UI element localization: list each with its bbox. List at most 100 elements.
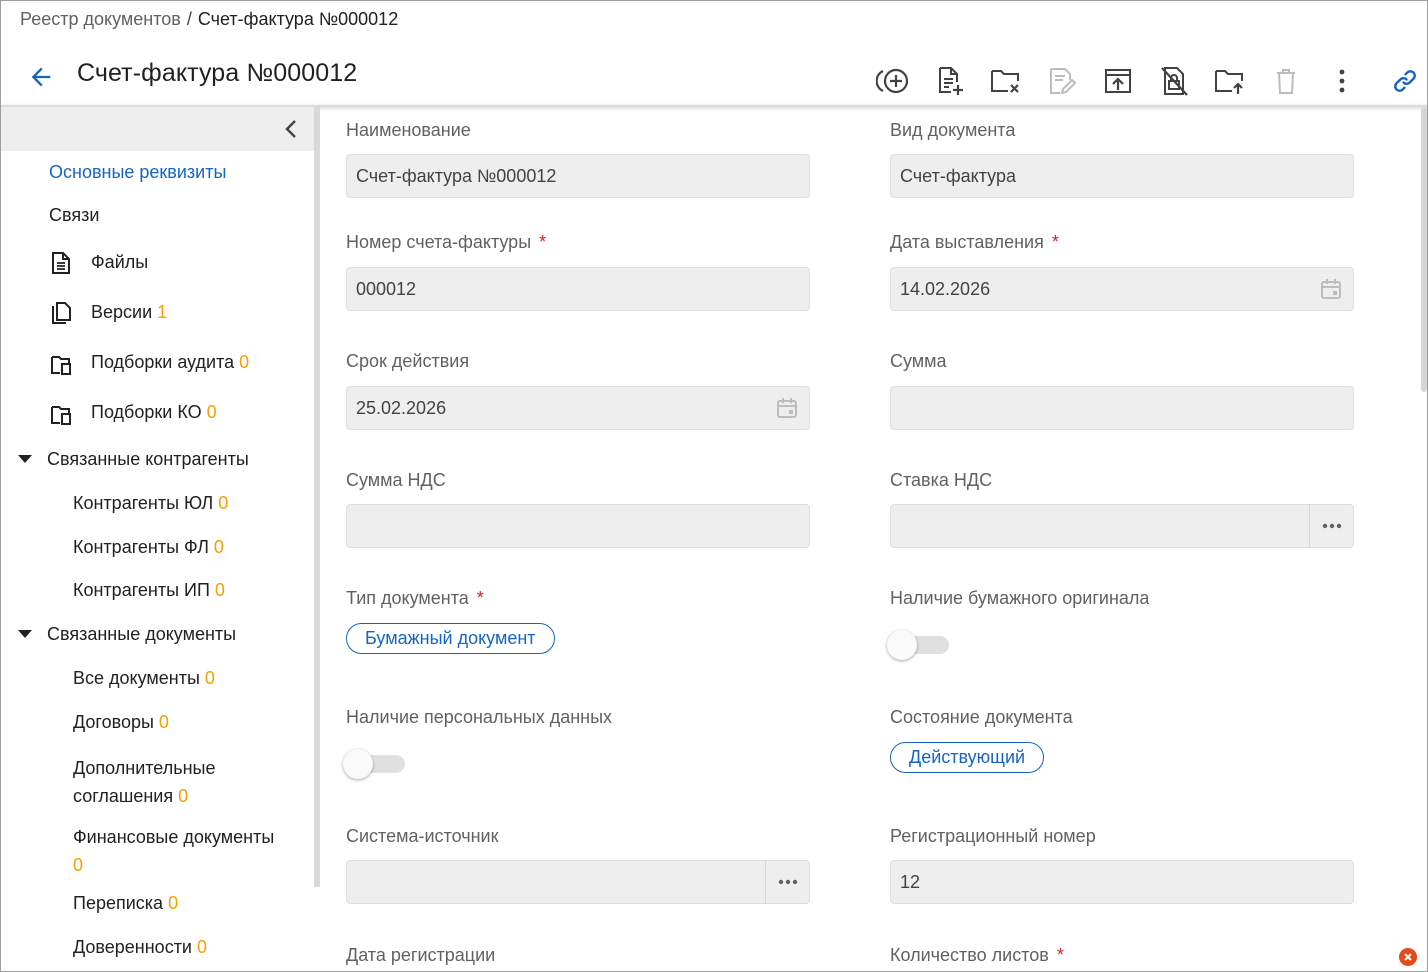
lock-off-icon[interactable] — [1154, 61, 1194, 101]
vat-rate-label: Ставка НДС — [890, 470, 993, 490]
vat-amount-label: Сумма НДС — [346, 470, 446, 490]
sidebar-item-files[interactable]: Файлы — [91, 252, 148, 273]
content-scrollbar[interactable] — [1421, 107, 1427, 392]
calendar-icon[interactable] — [775, 396, 799, 420]
sidebar-item-links[interactable]: Связи — [49, 205, 99, 226]
invoice-number-field[interactable]: 000012 — [346, 267, 810, 311]
sidebar-item-label: Контрагенты ЮЛ — [73, 493, 214, 513]
validity-value: 25.02.2026 — [356, 398, 447, 418]
amount-field[interactable] — [890, 386, 1354, 430]
sidebar-group-counterparties[interactable]: Связанные контрагенты — [47, 449, 249, 470]
folder-copy-icon — [51, 356, 71, 375]
vat-amount-field[interactable] — [346, 504, 810, 548]
sidebar-item-financial[interactable]: Финансовые документы 0 — [73, 823, 274, 879]
sidebar-item-agreements[interactable]: Дополнительные соглашения 0 — [73, 754, 216, 810]
sidebar-item-label: Дополнительные — [73, 758, 216, 778]
breadcrumb: Реестр документов / Счет-фактура №000012 — [20, 9, 398, 30]
more-horizontal-icon[interactable] — [1309, 504, 1354, 548]
sidebar-item-label: Версии — [91, 302, 153, 322]
sidebar-item-main[interactable]: Основные реквизиты — [49, 162, 226, 183]
breadcrumb-separator: / — [186, 9, 192, 29]
sidebar-header — [1, 107, 314, 151]
folder-upload-icon[interactable] — [1210, 61, 1250, 101]
page-title: Счет-фактура №000012 — [77, 59, 358, 87]
sidebar-item-label: Файлы — [91, 252, 149, 272]
sidebar-item-count: 0 — [206, 402, 217, 422]
paper-original-toggle[interactable] — [887, 628, 953, 660]
reg-number-field[interactable]: 12 — [890, 860, 1354, 904]
breadcrumb-parent-link[interactable]: Реестр документов — [20, 9, 181, 29]
sidebar-item-counterparties-ul[interactable]: Контрагенты ЮЛ 0 — [73, 493, 228, 514]
add-circle-icon[interactable] — [874, 61, 914, 101]
reg-date-label: Дата регистрации — [346, 945, 496, 965]
sidebar-group-label: Связанные контрагенты — [47, 449, 249, 469]
doc-kind-field[interactable]: Счет-фактура — [890, 154, 1354, 198]
sidebar-item-count: 0 — [197, 937, 208, 957]
sidebar-item-contracts[interactable]: Договоры 0 — [73, 712, 169, 733]
paper-original-label: Наличие бумажного оригинала — [890, 588, 1150, 608]
doc-kind-label: Вид документа — [890, 120, 1016, 140]
sidebar-item-label: Договоры — [73, 712, 154, 732]
more-horizontal-icon[interactable] — [765, 860, 810, 904]
error-close-icon[interactable] — [1399, 948, 1417, 966]
sidebar-item-counterparties-fl[interactable]: Контрагенты ФЛ 0 — [73, 537, 224, 558]
sidebar-item-correspondence[interactable]: Переписка 0 — [73, 893, 178, 914]
required-mark: * — [476, 588, 484, 608]
edit-document-icon[interactable] — [1042, 61, 1082, 101]
add-document-icon[interactable] — [930, 61, 970, 101]
sidebar-item-count: 1 — [157, 302, 168, 322]
calendar-icon[interactable] — [1319, 277, 1343, 301]
sidebar-item-label: Основные реквизиты — [49, 162, 227, 182]
more-vertical-icon[interactable] — [1322, 61, 1362, 101]
doc-kind-value: Счет-фактура — [900, 166, 1016, 186]
personal-data-label: Наличие персональных данных — [346, 707, 613, 727]
vat-rate-field[interactable] — [890, 504, 1354, 548]
sidebar-group-documents[interactable]: Связанные документы — [47, 624, 236, 645]
sidebar-scrollbar[interactable] — [314, 107, 320, 887]
sidebar-item-versions[interactable]: Версии 1 — [91, 302, 167, 323]
doc-type-chip[interactable]: Бумажный документ — [346, 623, 555, 654]
name-value: Счет-фактура №000012 — [356, 166, 557, 186]
back-arrow-icon[interactable] — [25, 61, 57, 93]
required-mark: * — [1051, 232, 1059, 252]
source-system-label: Система-источник — [346, 826, 499, 846]
sidebar-item-count: 0 — [73, 855, 84, 875]
name-label: Наименование — [346, 120, 471, 140]
collapse-sidebar-icon[interactable] — [279, 117, 303, 141]
sidebar-item-all-documents[interactable]: Все документы 0 — [73, 668, 215, 689]
issue-date-field[interactable]: 14.02.2026 — [890, 267, 1354, 311]
personal-data-toggle[interactable] — [343, 747, 409, 779]
trash-icon[interactable] — [1266, 61, 1306, 101]
sidebar-item-label: Связи — [49, 205, 100, 225]
sidebar-item-label: Контрагенты ФЛ — [73, 537, 209, 557]
invoice-number-value: 000012 — [356, 279, 417, 299]
expand-triangle-icon[interactable] — [18, 630, 32, 638]
name-field[interactable]: Счет-фактура №000012 — [346, 154, 810, 198]
sidebar-item-label: Все документы — [73, 668, 200, 688]
required-mark: * — [539, 232, 547, 252]
validity-field[interactable]: 25.02.2026 — [346, 386, 810, 430]
app-window: Реестр документов / Счет-фактура №000012 С… — [0, 0, 1428, 972]
sidebar-item-label: Подборки КО — [91, 402, 202, 422]
sidebar-item-audit[interactable]: Подборки аудита 0 — [91, 352, 249, 373]
source-system-field[interactable] — [346, 860, 810, 904]
doc-state-chip[interactable]: Действующий — [890, 742, 1045, 773]
breadcrumb-current: Счет-фактура №000012 — [197, 9, 399, 29]
sidebar-item-count: 0 — [178, 786, 189, 806]
upload-icon[interactable] — [1098, 61, 1138, 101]
sidebar-item-count: 0 — [218, 493, 229, 513]
sidebar-item-label: Финансовые документы — [73, 827, 275, 847]
link-icon[interactable] — [1385, 61, 1425, 101]
folder-remove-icon[interactable] — [986, 61, 1026, 101]
sidebar-item-ko[interactable]: Подборки КО 0 — [91, 402, 217, 423]
sidebar-item-label: Контрагенты ИП — [73, 580, 210, 600]
sidebar-item-label: Доверенности — [73, 937, 192, 957]
sidebar-item-label: соглашения — [73, 786, 174, 806]
expand-triangle-icon[interactable] — [18, 455, 32, 463]
sidebar-item-powers-of-attorney[interactable]: Доверенности 0 — [73, 937, 207, 958]
sidebar-item-count: 0 — [214, 580, 225, 600]
folder-copy-icon — [51, 406, 71, 425]
required-mark: * — [1056, 945, 1064, 965]
sidebar-item-counterparties-ip[interactable]: Контрагенты ИП 0 — [73, 580, 225, 601]
sidebar-item-count: 0 — [239, 352, 250, 372]
